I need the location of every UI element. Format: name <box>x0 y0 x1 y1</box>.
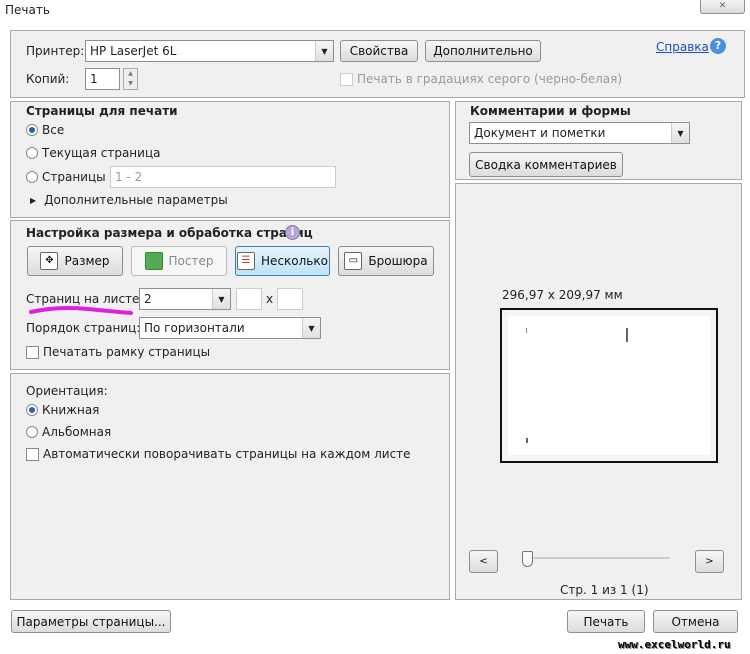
pages-title: Страницы для печати <box>26 104 178 118</box>
copies-spinner[interactable]: ▲ ▼ <box>123 68 138 90</box>
print-button[interactable]: Печать <box>567 610 645 633</box>
poster-label: Постер <box>168 254 214 268</box>
booklet-label: Брошюра <box>368 254 428 268</box>
radio-landscape[interactable]: Альбомная <box>26 425 111 439</box>
radio-portrait[interactable]: Книжная <box>26 403 99 417</box>
properties-button[interactable]: Свойства <box>340 40 418 62</box>
size-label: Размер <box>64 254 110 268</box>
grayscale-label: Печать в градациях серого (черно-белая) <box>357 72 623 86</box>
summarize-comments-button[interactable]: Сводка комментариев <box>469 152 623 177</box>
page-slider-thumb[interactable] <box>522 551 533 567</box>
help-icon[interactable]: ? <box>710 38 726 54</box>
page-slider-track[interactable] <box>530 557 670 559</box>
resize-icon: ✥ <box>40 252 59 270</box>
per-sheet-value: 2 <box>144 292 152 306</box>
sizing-title: Настройка размера и обработка страниц <box>26 226 313 240</box>
comments-value: Документ и пометки <box>474 126 606 140</box>
poster-icon <box>144 252 163 270</box>
chevron-down-icon: ▼ <box>212 289 230 309</box>
times-label: x <box>266 292 274 306</box>
multiple-button[interactable]: ☰ Несколько <box>235 246 330 276</box>
page-preview <box>500 308 718 463</box>
copies-label: Копий: <box>26 72 70 86</box>
radio-current[interactable]: Текущая страница <box>26 146 160 160</box>
more-options-label: Дополнительные параметры <box>44 193 228 207</box>
printer-value: HP LaserJet 6L <box>90 44 177 58</box>
booklet-icon: ▭ <box>344 252 363 270</box>
portrait-label: Книжная <box>42 403 100 417</box>
chevron-down-icon: ▼ <box>315 41 333 61</box>
print-border-label: Печатать рамку страницы <box>43 345 211 359</box>
radio-current-label: Текущая страница <box>42 146 161 160</box>
radio-all[interactable]: Все <box>26 123 64 137</box>
size-button[interactable]: ✥ Размер <box>27 246 123 276</box>
chevron-down-icon: ▼ <box>671 123 689 143</box>
watermark: www.excelworld.ru <box>618 638 731 651</box>
paper-size-label: 296,97 x 209,97 мм <box>502 288 623 302</box>
print-border-checkbox[interactable]: Печатать рамку страницы <box>26 345 210 359</box>
radio-range[interactable]: Страницы <box>26 170 106 184</box>
range-input[interactable]: 1 - 2 <box>110 166 336 188</box>
page-info: Стр. 1 из 1 (1) <box>560 583 649 597</box>
order-value: По горизонтали <box>144 321 245 335</box>
multiple-pages-icon: ☰ <box>237 252 256 270</box>
help-link[interactable]: Справка <box>656 40 709 54</box>
advanced-button[interactable]: Дополнительно <box>425 40 541 62</box>
comments-select[interactable]: Документ и пометки ▼ <box>469 122 690 144</box>
info-icon[interactable]: i <box>285 225 300 240</box>
booklet-button[interactable]: ▭ Брошюра <box>338 246 434 276</box>
radio-range-label: Страницы <box>42 170 106 184</box>
order-select[interactable]: По горизонтали ▼ <box>139 317 321 339</box>
poster-button[interactable]: Постер <box>131 246 227 276</box>
auto-rotate-label: Автоматически поворачивать страницы на к… <box>43 447 411 461</box>
printer-select[interactable]: HP LaserJet 6L ▼ <box>85 40 334 62</box>
copies-input[interactable]: 1 <box>85 68 120 90</box>
orientation-title: Ориентация: <box>26 384 108 398</box>
comments-title: Комментарии и формы <box>470 104 631 118</box>
per-sheet-select[interactable]: 2 ▼ <box>139 288 231 310</box>
more-options-toggle[interactable]: ▶ Дополнительные параметры <box>30 193 228 207</box>
triangle-right-icon: ▶ <box>30 195 37 205</box>
columns-input[interactable] <box>236 288 262 310</box>
order-label: Порядок страниц: <box>26 321 141 335</box>
landscape-label: Альбомная <box>42 425 112 439</box>
radio-all-label: Все <box>42 123 65 137</box>
close-button[interactable]: ✕ <box>700 0 745 14</box>
prev-page-button[interactable]: < <box>469 550 498 573</box>
cancel-button[interactable]: Отмена <box>653 610 738 633</box>
multiple-label: Несколько <box>261 254 328 268</box>
auto-rotate-checkbox[interactable]: Автоматически поворачивать страницы на к… <box>26 447 411 461</box>
window-title: Печать <box>5 3 50 17</box>
highlight-underline <box>29 306 133 315</box>
page-setup-button[interactable]: Параметры страницы... <box>11 610 171 633</box>
chevron-down-icon: ▼ <box>302 318 320 338</box>
printer-label: Принтер: <box>26 44 85 58</box>
grayscale-checkbox[interactable]: Печать в градациях серого (черно-белая) <box>340 72 622 86</box>
next-page-button[interactable]: > <box>695 550 724 573</box>
rows-input[interactable] <box>277 288 303 310</box>
